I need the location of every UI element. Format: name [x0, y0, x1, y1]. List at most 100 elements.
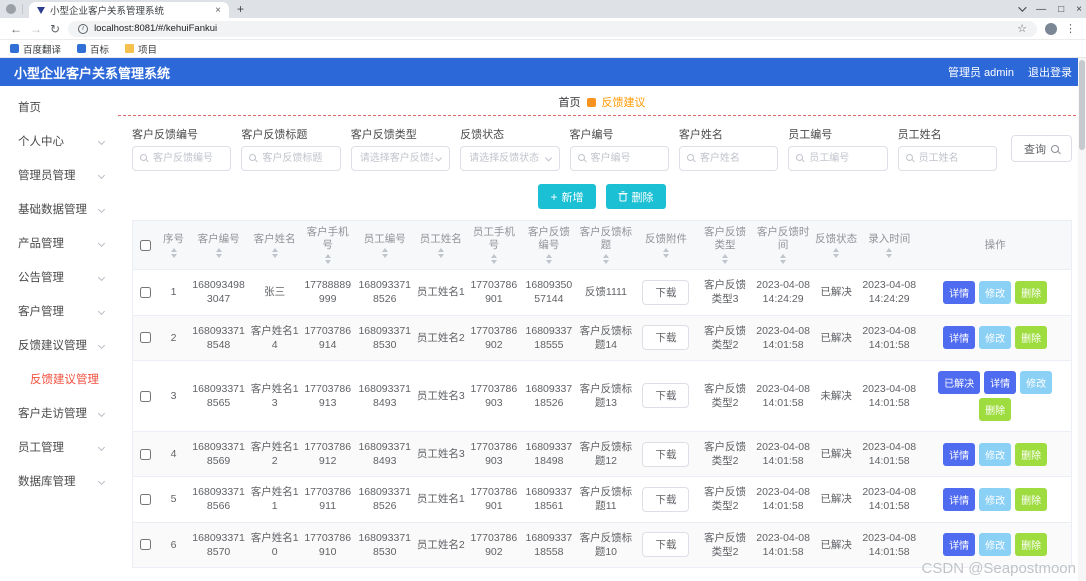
sort-icon[interactable] [886, 247, 893, 258]
detail-button[interactable]: 详情 [984, 370, 1017, 394]
scrollbar-thumb[interactable] [1079, 60, 1085, 150]
row-checkbox[interactable] [140, 448, 152, 460]
edit-button[interactable]: 修改 [979, 442, 1012, 466]
detail-button[interactable]: 详情 [943, 280, 976, 304]
column-header[interactable]: 客户编号 [188, 220, 249, 271]
sort-icon[interactable] [271, 247, 278, 258]
tabsearch-chevron-icon[interactable] [1018, 3, 1027, 12]
sidebar-item[interactable]: 管理员管理 [0, 158, 118, 192]
edit-button[interactable]: 修改 [1020, 370, 1053, 394]
search-select-input[interactable] [461, 147, 559, 170]
column-header[interactable]: 客户姓名 [248, 220, 301, 271]
sidebar-subitem[interactable]: 反馈建议管理 [0, 362, 118, 396]
row-delete-button[interactable]: 删除 [1015, 442, 1048, 466]
tab-close-icon[interactable]: × [215, 5, 221, 16]
refresh-icon[interactable]: ↻ [50, 22, 60, 36]
column-header[interactable]: 客户反馈类型 [697, 220, 754, 271]
url-bar[interactable]: i localhost:8081/#/kehuiFankui ☆ [68, 20, 1037, 37]
row-checkbox[interactable] [140, 332, 152, 344]
download-button[interactable]: 下载 [642, 441, 690, 467]
detail-button[interactable]: 详情 [943, 487, 976, 511]
sort-icon[interactable] [215, 247, 222, 258]
logout-link[interactable]: 退出登录 [1028, 64, 1072, 80]
edit-button[interactable]: 修改 [979, 487, 1012, 511]
bulk-delete-button[interactable]: 删除 [605, 184, 666, 209]
close-icon[interactable]: × [1076, 4, 1082, 15]
column-header[interactable]: 员工手机号 [466, 220, 521, 271]
download-button[interactable]: 下载 [642, 486, 690, 512]
column-header[interactable]: 客户反馈编号 [520, 220, 577, 271]
browser-tab[interactable]: 小型企业客户关系管理系统 × [29, 2, 229, 18]
sort-icon[interactable] [170, 247, 177, 258]
edit-button[interactable]: 修改 [979, 533, 1012, 557]
sort-icon[interactable] [545, 254, 552, 265]
search-input[interactable] [570, 147, 668, 170]
row-checkbox[interactable] [140, 287, 152, 299]
bookmark-star-icon[interactable]: ☆ [1017, 22, 1027, 35]
sidebar-item[interactable]: 产品管理 [0, 226, 118, 260]
select-all-checkbox[interactable] [140, 239, 152, 251]
row-checkbox[interactable] [140, 390, 152, 402]
bookmark-item[interactable]: 百度翻译 [10, 42, 61, 56]
edit-button[interactable]: 修改 [979, 326, 1012, 350]
sidebar-item[interactable]: 公告管理 [0, 260, 118, 294]
column-header[interactable]: 录入时间 [859, 220, 920, 271]
download-button[interactable]: 下载 [642, 383, 690, 409]
bookmark-item[interactable]: 百标 [77, 42, 109, 56]
search-input[interactable] [898, 147, 996, 170]
search-input[interactable] [789, 147, 887, 170]
edit-button[interactable]: 修改 [979, 280, 1012, 304]
column-header[interactable]: 反馈附件 [634, 220, 698, 271]
row-checkbox[interactable] [140, 539, 152, 551]
row-delete-button[interactable]: 删除 [1015, 280, 1048, 304]
row-delete-button[interactable]: 删除 [1015, 487, 1048, 511]
search-input[interactable] [133, 147, 231, 170]
sort-icon[interactable] [324, 254, 331, 265]
column-header[interactable]: 序号 [158, 220, 189, 271]
sort-icon[interactable] [381, 247, 388, 258]
forward-icon[interactable]: → [30, 22, 42, 36]
sort-icon[interactable] [602, 254, 609, 265]
detail-button[interactable]: 详情 [943, 533, 976, 557]
resolve-button[interactable]: 已解决 [938, 370, 981, 394]
column-header[interactable]: 客户反馈标题 [576, 220, 635, 271]
maximize-icon[interactable]: □ [1058, 4, 1064, 15]
row-delete-button[interactable]: 删除 [979, 397, 1012, 421]
sidebar-item[interactable]: 个人中心 [0, 124, 118, 158]
column-header[interactable]: 客户反馈时间 [753, 220, 814, 271]
row-checkbox[interactable] [140, 494, 152, 506]
sort-icon[interactable] [490, 254, 497, 265]
column-header[interactable]: 客户手机号 [300, 220, 355, 271]
sort-icon[interactable] [662, 247, 669, 258]
sort-icon[interactable] [722, 254, 729, 265]
site-info-icon[interactable]: i [78, 23, 89, 34]
download-button[interactable]: 下载 [642, 532, 690, 558]
column-header[interactable]: 员工编号 [354, 220, 415, 271]
back-icon[interactable]: ← [10, 22, 22, 36]
sidebar-item[interactable]: 反馈建议管理 [0, 328, 118, 362]
sidebar-item[interactable]: 数据库管理 [0, 464, 118, 498]
sort-icon[interactable] [780, 254, 787, 265]
row-delete-button[interactable]: 删除 [1015, 533, 1048, 557]
profile-avatar[interactable] [1045, 22, 1057, 35]
page-scrollbar[interactable] [1078, 58, 1086, 581]
row-delete-button[interactable]: 删除 [1015, 326, 1048, 350]
sidebar-item[interactable]: 基础数据管理 [0, 192, 118, 226]
download-button[interactable]: 下载 [642, 279, 690, 305]
detail-button[interactable]: 详情 [943, 442, 976, 466]
download-button[interactable]: 下载 [642, 325, 690, 351]
breadcrumb-home-link[interactable]: 首页 [559, 94, 581, 110]
browser-menu-icon[interactable]: ⋮ [1065, 22, 1076, 35]
add-button[interactable]: + 新增 [538, 184, 596, 209]
sidebar-item[interactable]: 客户走访管理 [0, 396, 118, 430]
sidebar-item[interactable]: 客户管理 [0, 294, 118, 328]
bookmark-item[interactable]: 项目 [125, 42, 157, 56]
column-header[interactable]: 反馈状态 [813, 220, 860, 271]
minimize-icon[interactable]: — [1036, 4, 1046, 15]
query-button[interactable]: 查询 [1011, 135, 1072, 162]
column-header[interactable]: 员工姓名 [414, 220, 467, 271]
sort-icon[interactable] [437, 247, 444, 258]
search-input[interactable] [242, 147, 340, 170]
sort-icon[interactable] [833, 247, 840, 258]
sidebar-item[interactable]: 首页 [0, 90, 118, 124]
